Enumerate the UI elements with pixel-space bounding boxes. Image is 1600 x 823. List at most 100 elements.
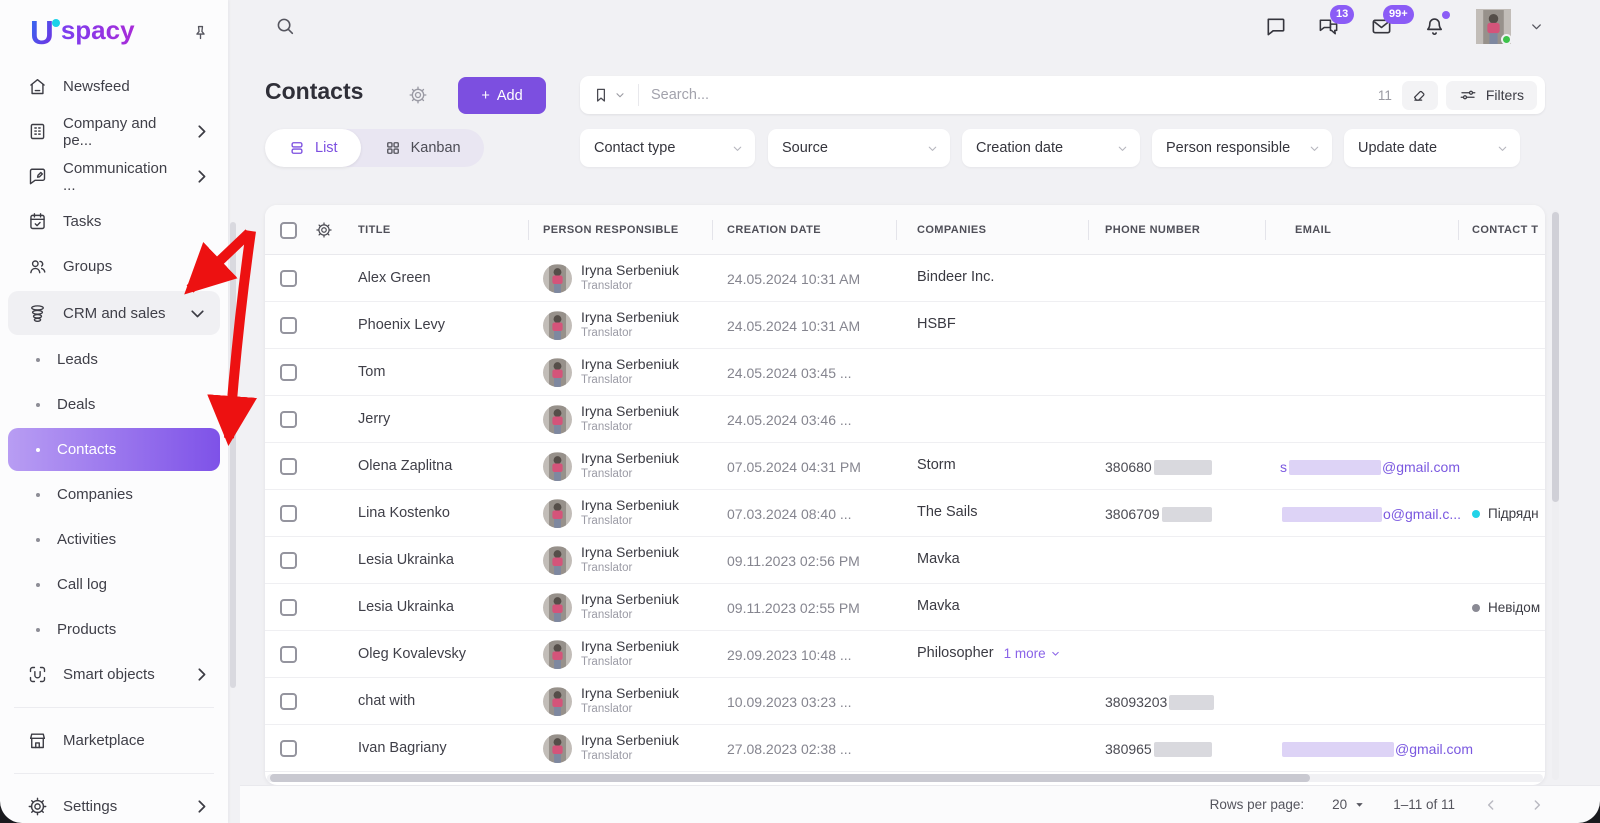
creation-date: 07.05.2024 04:31 PM xyxy=(727,459,861,475)
sidebar-item-leads[interactable]: Leads xyxy=(0,337,228,382)
column-header-creation-date[interactable]: CREATION DATE xyxy=(727,205,821,255)
column-header-title[interactable]: TITLE xyxy=(358,205,391,255)
table-row[interactable]: Phoenix LevyIryna SerbeniukTranslator24.… xyxy=(265,302,1545,349)
sidebar-item-smart-objects[interactable]: Smart objects xyxy=(0,652,228,697)
table-settings-gear-icon[interactable] xyxy=(315,221,333,239)
bell-icon[interactable] xyxy=(1423,15,1446,38)
column-header-companies[interactable]: COMPANIES xyxy=(917,205,986,255)
column-divider xyxy=(712,220,713,240)
vertical-scrollbar[interactable] xyxy=(1552,212,1559,502)
home-icon xyxy=(27,76,48,97)
sidebar-item-products[interactable]: Products xyxy=(0,607,228,652)
sidebar-item-crm-and-sales[interactable]: CRM and sales xyxy=(8,291,220,335)
column-header-phone-number[interactable]: PHONE NUMBER xyxy=(1105,205,1200,255)
table-row[interactable]: Oleg KovalevskyIryna SerbeniukTranslator… xyxy=(265,631,1545,678)
search-input[interactable] xyxy=(651,87,1368,103)
column-header-contact-t[interactable]: CONTACT T xyxy=(1472,205,1538,255)
phone-number: 380965 xyxy=(1105,741,1152,757)
table-row[interactable]: Lina KostenkoIryna SerbeniukTranslator07… xyxy=(265,490,1545,537)
table-row[interactable]: Alex GreenIryna SerbeniukTranslator24.05… xyxy=(265,255,1545,302)
table-row[interactable]: Lesia UkrainkaIryna SerbeniukTranslator0… xyxy=(265,584,1545,631)
sidebar-item-groups[interactable]: Groups xyxy=(0,244,228,289)
table-row[interactable]: Lesia UkrainkaIryna SerbeniukTranslator0… xyxy=(265,537,1545,584)
filter-update-date[interactable]: Update date xyxy=(1344,129,1520,167)
rows-per-page-select[interactable]: 20 xyxy=(1332,797,1365,812)
row-checkbox[interactable] xyxy=(280,505,297,522)
page-settings-gear-icon[interactable] xyxy=(408,85,428,105)
profile-chevron-down-icon[interactable] xyxy=(1529,19,1544,34)
add-button[interactable]: + Add xyxy=(458,77,546,114)
sidebar-item-companies[interactable]: Companies xyxy=(0,472,228,517)
filter-label: Source xyxy=(782,140,828,156)
row-checkbox[interactable] xyxy=(280,458,297,475)
contact-title[interactable]: chat with xyxy=(358,693,415,709)
contact-title[interactable]: Oleg Kovalevsky xyxy=(358,646,466,662)
filter-creation-date[interactable]: Creation date xyxy=(962,129,1140,167)
view-toggle-kanban[interactable]: Kanban xyxy=(361,129,484,167)
clear-search-button[interactable] xyxy=(1402,81,1438,110)
uspacy-logo[interactable]: U spacy xyxy=(30,16,135,49)
next-page-button[interactable] xyxy=(1529,797,1545,813)
sidebar-item-tasks[interactable]: Tasks xyxy=(0,199,228,244)
pin-icon[interactable] xyxy=(191,23,210,42)
comment-icon[interactable] xyxy=(1264,15,1287,38)
column-header-person-responsible[interactable]: PERSON RESPONSIBLE xyxy=(543,205,679,255)
person-role: Translator xyxy=(581,656,632,668)
column-header-email[interactable]: EMAIL xyxy=(1295,205,1331,255)
window-corner xyxy=(0,797,26,823)
horizontal-scrollbar[interactable] xyxy=(270,774,1310,782)
email-cell[interactable]: s@gmail.com xyxy=(1280,459,1460,475)
sidebar-item-communication[interactable]: Communication ... xyxy=(0,154,228,199)
contact-title[interactable]: Ivan Bagriany xyxy=(358,740,447,756)
sidebar-divider xyxy=(14,707,214,708)
row-checkbox[interactable] xyxy=(280,411,297,428)
contact-title[interactable]: Lina Kostenko xyxy=(358,505,450,521)
sidebar-item-deals[interactable]: Deals xyxy=(0,382,228,427)
contact-title[interactable]: Tom xyxy=(358,364,385,380)
filter-person-responsible[interactable]: Person responsible xyxy=(1152,129,1332,167)
sidebar-scrollbar[interactable] xyxy=(230,222,236,688)
sidebar-item-marketplace[interactable]: Marketplace xyxy=(0,718,228,763)
select-all-checkbox[interactable] xyxy=(280,222,297,239)
contact-title[interactable]: Olena Zaplitna xyxy=(358,458,452,474)
sidebar-item-newsfeed[interactable]: Newsfeed xyxy=(0,64,228,109)
row-checkbox[interactable] xyxy=(280,740,297,757)
sidebar-item-settings[interactable]: Settings xyxy=(0,784,228,823)
row-checkbox[interactable] xyxy=(280,317,297,334)
sidebar-item-call-log[interactable]: Call log xyxy=(0,562,228,607)
table-row[interactable]: Olena ZaplitnaIryna SerbeniukTranslator0… xyxy=(265,443,1545,490)
mail-icon[interactable]: 99+ xyxy=(1370,15,1393,38)
contact-title[interactable]: Alex Green xyxy=(358,270,431,286)
contact-title[interactable]: Jerry xyxy=(358,411,390,427)
contact-title[interactable]: Lesia Ukrainka xyxy=(358,599,454,615)
bullet-icon xyxy=(36,583,40,587)
contact-title[interactable]: Lesia Ukrainka xyxy=(358,552,454,568)
previous-page-button[interactable] xyxy=(1483,797,1499,813)
search-icon[interactable] xyxy=(274,15,296,37)
row-checkbox[interactable] xyxy=(280,552,297,569)
contact-title[interactable]: Phoenix Levy xyxy=(358,317,445,333)
filter-contact-type[interactable]: Contact type xyxy=(580,129,755,167)
user-avatar[interactable] xyxy=(1476,9,1511,44)
row-checkbox[interactable] xyxy=(280,693,297,710)
table-row[interactable]: chat withIryna SerbeniukTranslator10.09.… xyxy=(265,678,1545,725)
filter-source[interactable]: Source xyxy=(768,129,950,167)
row-checkbox[interactable] xyxy=(280,270,297,287)
sidebar-item-contacts[interactable]: Contacts xyxy=(8,428,220,471)
row-checkbox[interactable] xyxy=(280,599,297,616)
table-row[interactable]: TomIryna SerbeniukTranslator24.05.2024 0… xyxy=(265,349,1545,396)
row-checkbox[interactable] xyxy=(280,364,297,381)
sidebar-header: U spacy xyxy=(0,0,228,60)
chats-icon[interactable]: 13 xyxy=(1317,15,1340,38)
email-cell[interactable]: @gmail.com xyxy=(1280,741,1473,757)
sidebar-item-activities[interactable]: Activities xyxy=(0,517,228,562)
sidebar-item-company-and-pe[interactable]: Company and pe... xyxy=(0,109,228,154)
more-companies-link[interactable]: 1 more xyxy=(1004,646,1061,661)
table-row[interactable]: Ivan BagrianyIryna SerbeniukTranslator27… xyxy=(265,725,1545,772)
view-toggle-list[interactable]: List xyxy=(265,129,361,167)
filters-button[interactable]: Filters xyxy=(1446,81,1537,110)
row-checkbox[interactable] xyxy=(280,646,297,663)
email-cell[interactable]: o@gmail.c... xyxy=(1280,506,1461,522)
saved-filters-bookmark[interactable] xyxy=(592,86,626,104)
table-row[interactable]: JerryIryna SerbeniukTranslator24.05.2024… xyxy=(265,396,1545,443)
